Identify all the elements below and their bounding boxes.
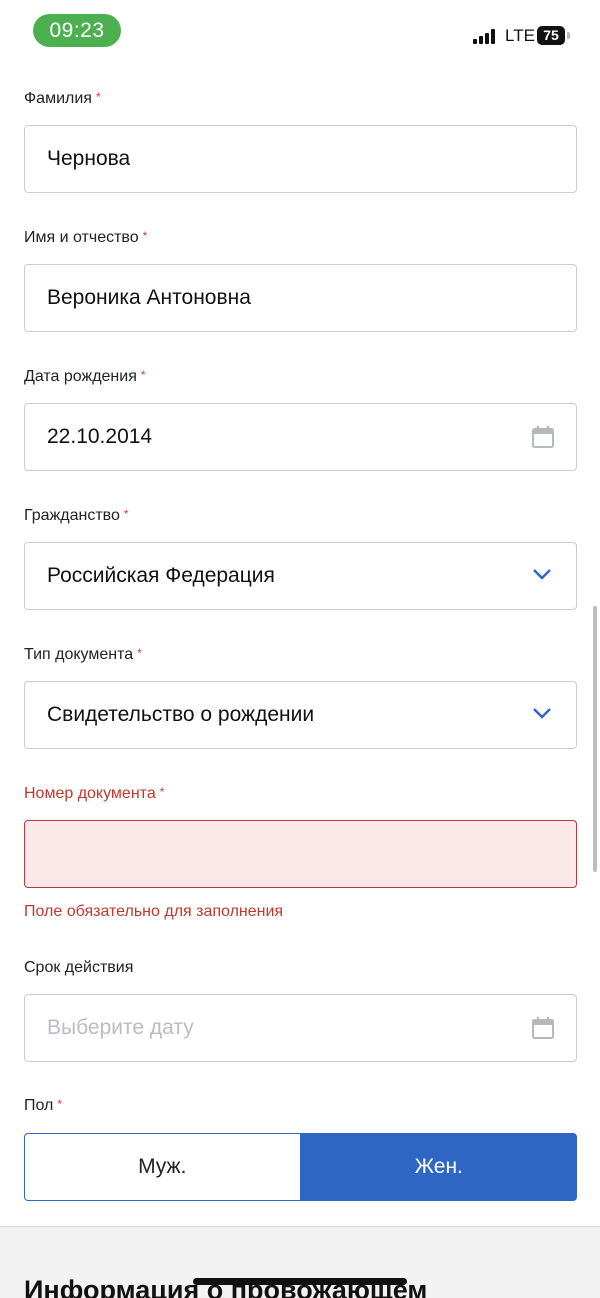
birth-date-label: Дата рождения * (24, 368, 146, 385)
gender-toggle: Муж. Жен. (24, 1133, 577, 1201)
required-mark: * (123, 507, 129, 521)
signal-icon (473, 28, 497, 44)
doc-type-value: Свидетельство о рождении (47, 703, 315, 726)
scrollbar[interactable] (593, 606, 597, 872)
citizenship-field: Гражданство * Российская Федерация (24, 507, 577, 610)
calendar-icon[interactable] (532, 426, 554, 448)
required-mark: * (57, 1097, 63, 1111)
network-type: LTE (505, 26, 535, 45)
gender-field: Пол * Муж. Жен. (24, 1097, 577, 1201)
name-field: Имя и отчество * Вероника Антоновна (24, 229, 577, 332)
doc-number-error: Поле обязательно для заполнения (24, 903, 284, 920)
surname-label: Фамилия * (24, 90, 101, 107)
citizenship-label: Гражданство * (24, 507, 129, 524)
surname-input[interactable]: Чернова (24, 125, 577, 193)
validity-field: Срок действия Выберите дату (24, 959, 577, 1062)
required-mark: * (142, 229, 148, 243)
calendar-icon[interactable] (532, 1017, 554, 1039)
gender-male-button[interactable]: Муж. (24, 1133, 301, 1201)
chevron-down-icon (533, 569, 551, 580)
name-input[interactable]: Вероника Антоновна (24, 264, 577, 332)
doc-number-input[interactable] (24, 820, 577, 888)
required-mark: * (137, 646, 142, 660)
doc-type-label: Тип документа * (24, 646, 142, 663)
chevron-down-icon (533, 708, 551, 719)
name-value: Вероника Антоновна (47, 286, 251, 309)
birth-date-value: 22.10.2014 (47, 425, 153, 448)
doc-number-label: Номер документа * (24, 785, 165, 802)
gender-label: Пол * (24, 1097, 63, 1114)
validity-date-input[interactable]: Выберите дату (24, 994, 577, 1062)
escort-info-section: Информация о провожающем (0, 1226, 600, 1298)
status-time: 09:23 (33, 14, 121, 47)
citizenship-value: Российская Федерация (47, 564, 275, 587)
required-mark: * (159, 785, 165, 799)
gender-female-button[interactable]: Жен. (300, 1133, 577, 1201)
birth-date-field: Дата рождения * 22.10.2014 (24, 368, 577, 471)
birth-date-input[interactable]: 22.10.2014 (24, 403, 577, 471)
doc-number-field: Номер документа * Поле обязательно для за… (24, 785, 577, 920)
doc-type-select[interactable]: Свидетельство о рождении (24, 681, 577, 749)
surname-value: Чернова (47, 147, 131, 170)
required-mark: * (140, 368, 146, 382)
home-indicator[interactable] (193, 1278, 407, 1285)
battery-icon: 75 (537, 26, 565, 45)
validity-label: Срок действия (24, 959, 134, 976)
doc-type-field: Тип документа * Свидетельство о рождении (24, 646, 577, 749)
validity-placeholder: Выберите дату (47, 1016, 194, 1039)
citizenship-select[interactable]: Российская Федерация (24, 542, 577, 610)
status-bar: 09:23 LTE 75 (0, 0, 600, 64)
required-mark: * (95, 90, 101, 104)
name-label: Имя и отчество * (24, 229, 148, 246)
battery-cap (567, 32, 570, 39)
surname-field: Фамилия * Чернова (24, 90, 577, 193)
